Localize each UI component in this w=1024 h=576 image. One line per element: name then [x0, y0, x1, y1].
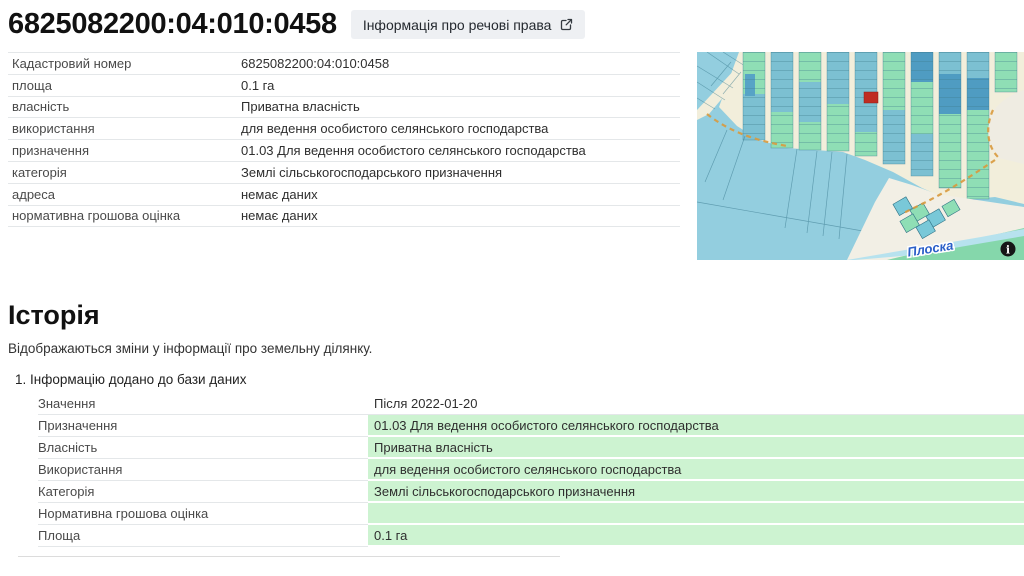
table-row: Призначення01.03 Для ведення особистого …	[38, 415, 1024, 437]
svg-text:i: i	[1006, 244, 1010, 257]
table-row: нормативна грошова оцінканемає даних	[8, 206, 680, 228]
row-label: Використання	[38, 459, 368, 481]
history-entry-title: Інформацію додано до бази даних	[30, 372, 246, 387]
row-label: Кадастровий номер	[8, 56, 241, 71]
table-row: Кадастровий номер6825082200:04:010:0458	[8, 53, 680, 75]
next-table-partial-border	[18, 556, 560, 564]
row-label: використання	[8, 121, 241, 136]
property-rights-button[interactable]: Інформація про речові права	[351, 10, 586, 39]
table-row: ЗначенняПісля 2022-01-20	[38, 393, 1024, 415]
main-content: Кадастровий номер6825082200:04:010:0458 …	[0, 52, 1024, 270]
table-row: адресанемає даних	[8, 184, 680, 206]
row-label: Призначення	[38, 415, 368, 437]
row-value: 01.03 Для ведення особистого селянського…	[241, 143, 680, 158]
row-value: для ведення особистого селянського госпо…	[368, 459, 1024, 481]
row-label: Власність	[38, 437, 368, 459]
page-header: 6825082200:04:010:0458 Інформація про ре…	[0, 0, 1024, 44]
table-row: Площа0.1 га	[38, 525, 1024, 547]
row-value: немає даних	[241, 187, 680, 202]
cadastral-number-title: 6825082200:04:010:0458	[8, 8, 337, 41]
table-row: використаннядля ведення особистого селян…	[8, 118, 680, 140]
table-row: площа0.1 га	[8, 75, 680, 97]
row-label: площа	[8, 78, 241, 93]
row-label: Значення	[38, 393, 368, 415]
cadastral-map[interactable]: Плоска i	[697, 52, 1024, 260]
selected-parcel-highlight	[864, 92, 878, 103]
row-value: для ведення особистого селянського госпо…	[241, 121, 680, 136]
row-label: адреса	[8, 187, 241, 202]
history-entry: Інформацію додано до бази даних Значення…	[30, 372, 1024, 547]
row-label: нормативна грошова оцінка	[8, 208, 241, 223]
row-value: Землі сільськогосподарського призначення	[241, 165, 680, 180]
row-label: категорія	[8, 165, 241, 180]
map-info-icon[interactable]: i	[1001, 242, 1016, 257]
history-description: Відображаються зміни у інформації про зе…	[8, 341, 1024, 356]
row-value: Після 2022-01-20	[368, 393, 1024, 415]
row-value: немає даних	[241, 208, 680, 223]
row-label: Нормативна грошова оцінка	[38, 503, 368, 525]
table-row: призначення01.03 Для ведення особистого …	[8, 140, 680, 162]
table-row: Використаннядля ведення особистого селян…	[38, 459, 1024, 481]
row-value: 01.03 Для ведення особистого селянського…	[368, 415, 1024, 437]
table-row: ВласністьПриватна власність	[38, 437, 1024, 459]
row-value: Приватна власність	[368, 437, 1024, 459]
row-label: Площа	[38, 525, 368, 547]
row-label: власність	[8, 99, 241, 114]
row-value: 6825082200:04:010:0458	[241, 56, 680, 71]
table-row: КатегоріяЗемлі сільськогосподарського пр…	[38, 481, 1024, 503]
row-value: Приватна власність	[241, 99, 680, 114]
row-value: 0.1 га	[368, 525, 1024, 547]
property-rights-button-label: Інформація про речові права	[363, 17, 552, 33]
row-value: Землі сільськогосподарського призначення	[368, 481, 1024, 503]
external-link-icon	[560, 18, 573, 31]
table-row: категоріяЗемлі сільськогосподарського пр…	[8, 162, 680, 184]
table-row: Нормативна грошова оцінка	[38, 503, 1024, 525]
parcel-info-table: Кадастровий номер6825082200:04:010:0458 …	[8, 52, 680, 227]
history-entries-list: Інформацію додано до бази даних Значення…	[0, 372, 1024, 547]
history-change-table: ЗначенняПісля 2022-01-20 Призначення01.0…	[38, 393, 1024, 547]
row-value: 0.1 га	[241, 78, 680, 93]
table-row: власністьПриватна власність	[8, 97, 680, 119]
row-value	[368, 503, 1024, 525]
history-heading: Історія	[8, 300, 1024, 331]
row-label: Категорія	[38, 481, 368, 503]
row-label: призначення	[8, 143, 241, 158]
history-section: Історія Відображаються зміни у інформаці…	[0, 300, 1024, 564]
